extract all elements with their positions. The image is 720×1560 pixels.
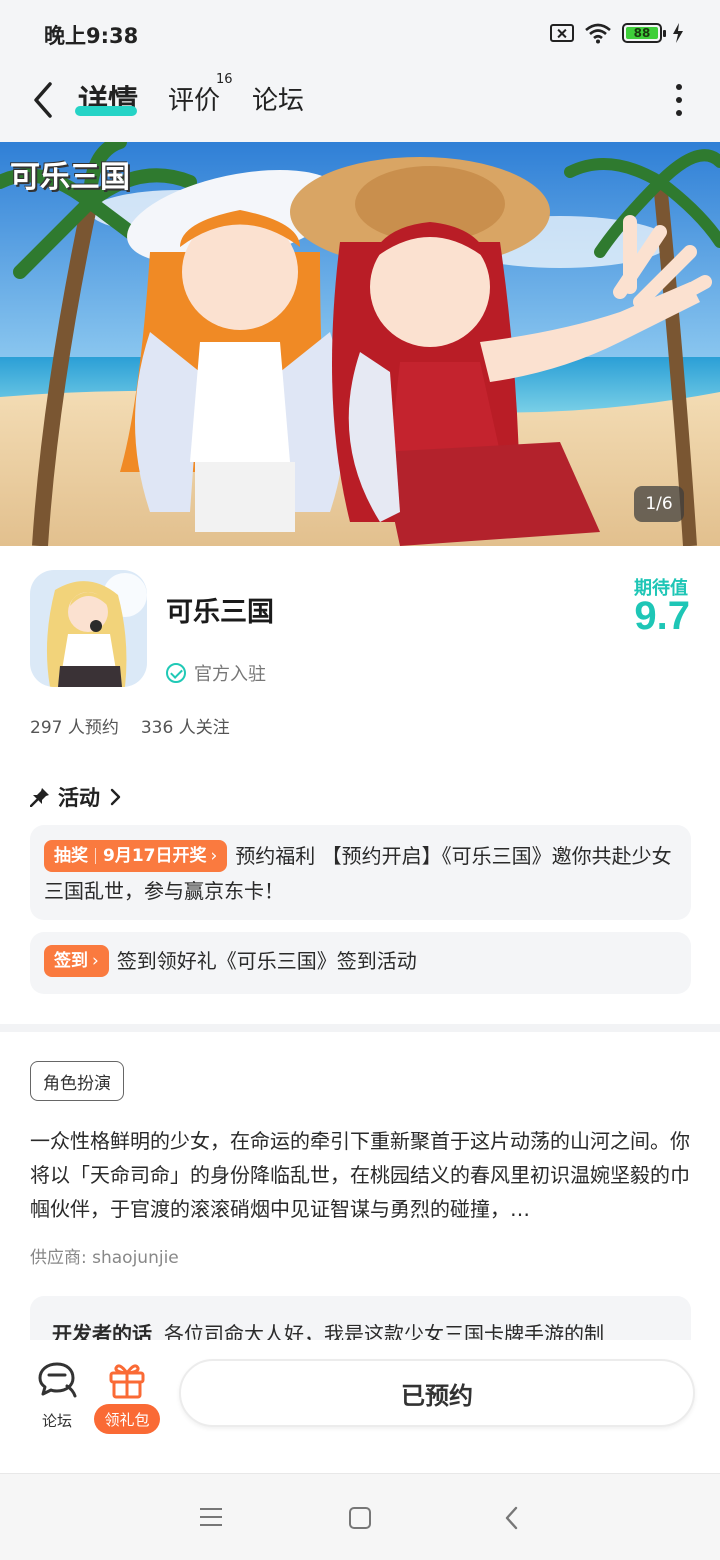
- chevron-right-icon: [110, 788, 121, 806]
- game-title: 可乐三国: [166, 597, 274, 628]
- battery-level: 88: [626, 26, 658, 40]
- back-arrow-icon[interactable]: [28, 80, 64, 120]
- status-bar: 晚上9:38 88: [0, 0, 720, 62]
- more-options-icon[interactable]: [674, 84, 684, 116]
- genre-tag[interactable]: 角色扮演: [30, 1061, 124, 1101]
- game-description[interactable]: 一众性格鲜明的少女，在命运的牵引下重新聚首于这片动荡的山河之间。你将以「天命司命…: [30, 1124, 694, 1226]
- reserved-button[interactable]: 已预约: [179, 1359, 695, 1427]
- activity-text: 抽奖 9月17日开奖 › 预约福利 【预约开启】《可乐三国》邀你共赴少女三国乱世，参与…: [44, 839, 677, 908]
- banner-game-logo: 可乐三国: [10, 160, 130, 195]
- game-stats: 297 人预约 336 人关注: [30, 713, 230, 738]
- checkin-tag: 签到 ›: [44, 944, 109, 977]
- activity-card-lottery[interactable]: 抽奖 9月17日开奖 › 预约福利 【预约开启】《可乐三国》邀你共赴少女三国乱世，参与…: [30, 825, 691, 920]
- game-app-icon: [30, 570, 147, 687]
- gift-pack-button[interactable]: 领礼包: [92, 1360, 162, 1440]
- section-divider: [0, 1024, 720, 1032]
- banner-carousel[interactable]: 可乐三国 1/6: [0, 142, 720, 546]
- wifi-icon: [585, 23, 611, 44]
- pin-icon: [30, 788, 49, 807]
- active-tab-indicator: [75, 106, 137, 116]
- lottery-tag-date: 9月17日开奖: [103, 845, 207, 866]
- gift-pack-label: 领礼包: [94, 1404, 160, 1434]
- charging-icon: [673, 23, 683, 43]
- verified-check-icon: [166, 663, 186, 683]
- forum-button[interactable]: 论坛: [30, 1360, 84, 1440]
- reservation-count: 297 人预约: [30, 718, 119, 738]
- status-icons: 88: [550, 20, 684, 46]
- recent-apps-icon[interactable]: [200, 1508, 222, 1526]
- checkin-tag-type: 签到: [54, 950, 88, 971]
- activity-header[interactable]: 活动: [30, 782, 122, 812]
- activity-card-checkin[interactable]: 签到 › 签到领好礼《可乐三国》签到活动: [30, 932, 691, 994]
- home-icon[interactable]: [349, 1507, 371, 1529]
- official-badge: 官方入驻: [166, 660, 266, 686]
- official-label: 官方入驻: [194, 664, 266, 685]
- bottom-action-bar: 论坛 领礼包 已预约: [0, 1340, 720, 1472]
- checkin-description: 签到领好礼《可乐三国》签到活动: [116, 949, 417, 973]
- lottery-tag: 抽奖 9月17日开奖 ›: [44, 839, 228, 872]
- battery-icon: 88: [622, 23, 666, 43]
- tab-review[interactable]: 评价: [168, 80, 220, 117]
- forum-label: 论坛: [41, 1412, 72, 1430]
- tab-forum[interactable]: 论坛: [252, 80, 304, 117]
- activity-text: 签到 › 签到领好礼《可乐三国》签到活动: [44, 944, 677, 979]
- supplier-info: 供应商: shaojunjie: [30, 1248, 179, 1268]
- banner-page-indicator: 1/6: [634, 486, 684, 522]
- banner-illustration: [0, 142, 720, 546]
- follower-count: 336 人关注: [140, 718, 230, 738]
- top-nav: 详情 评价 16 论坛: [0, 62, 720, 142]
- status-time: 晚上9:38: [44, 24, 139, 48]
- activity-title: 活动: [58, 786, 100, 810]
- expectation-score: 9.7: [634, 594, 690, 638]
- system-back-icon[interactable]: [502, 1506, 522, 1530]
- review-count-badge: 16: [216, 72, 233, 87]
- no-sim-icon: [550, 24, 574, 42]
- forum-chat-icon: [38, 1362, 77, 1398]
- gift-icon: [109, 1364, 145, 1399]
- lottery-tag-type: 抽奖: [54, 845, 88, 866]
- system-nav-bar: [0, 1473, 720, 1560]
